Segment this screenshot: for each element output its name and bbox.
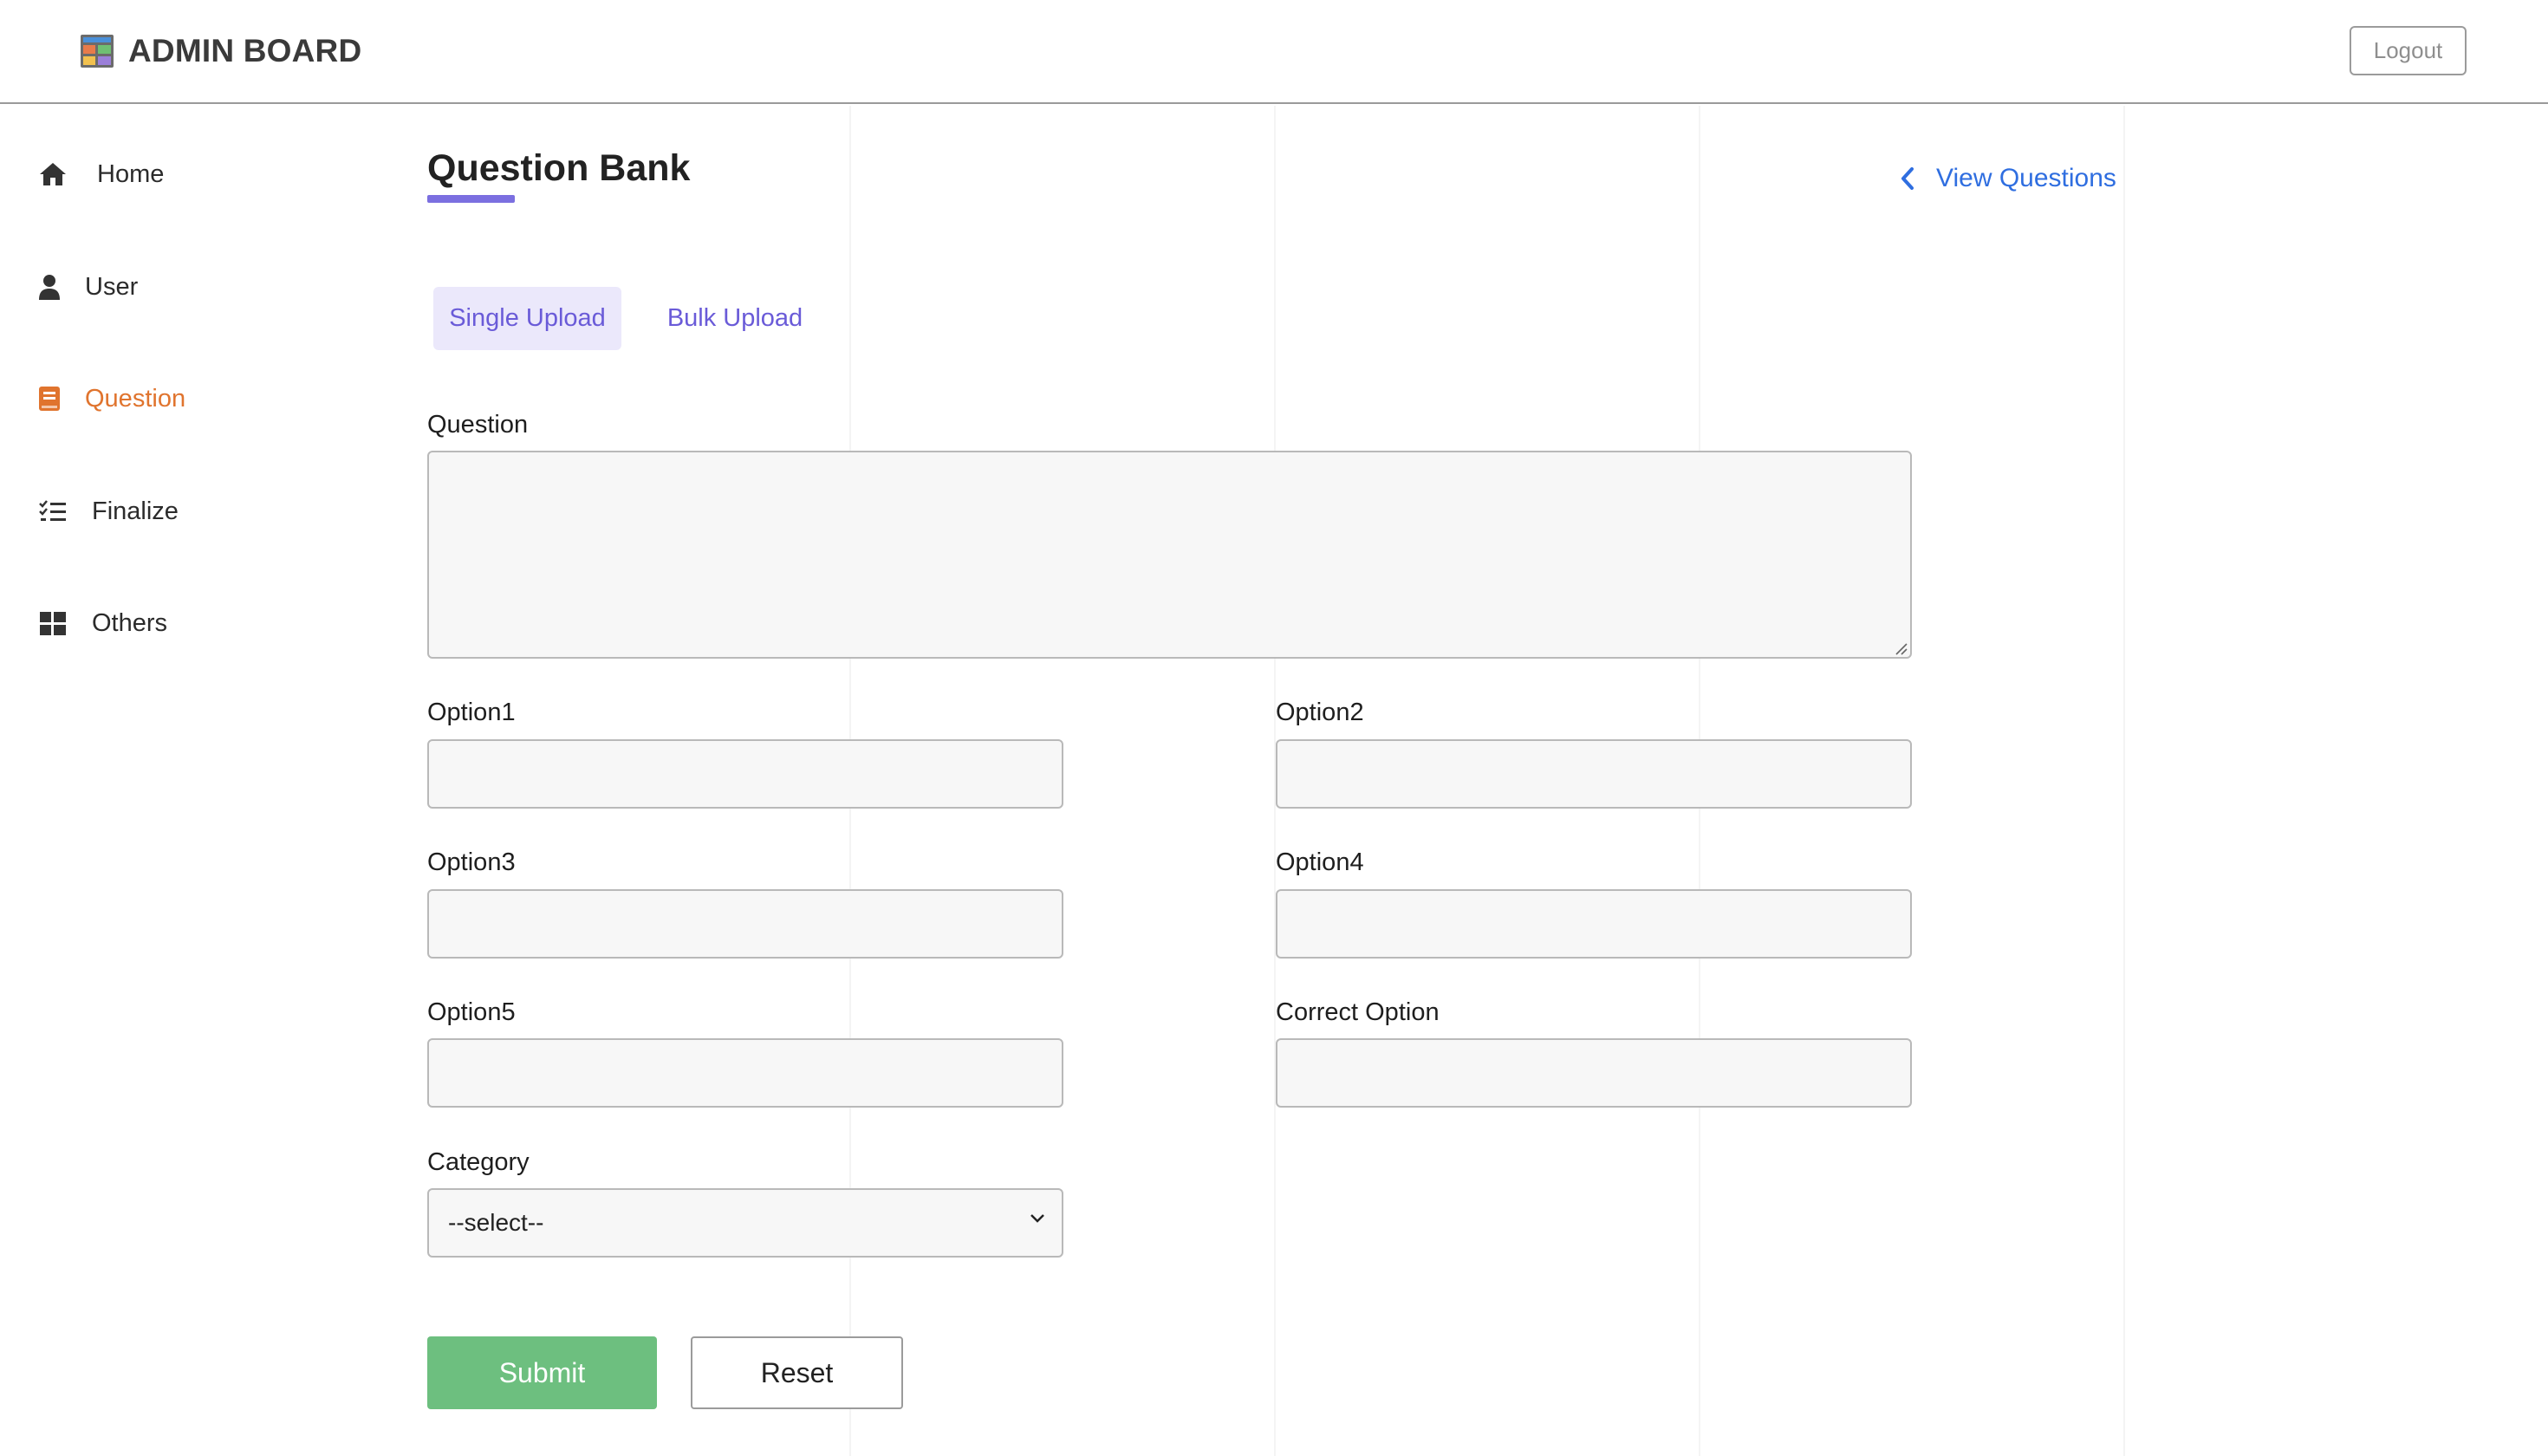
- book-icon: [38, 384, 61, 413]
- sidebar-item-label: Question: [85, 384, 186, 413]
- option1-input[interactable]: [427, 739, 1063, 809]
- category-select[interactable]: --select--: [427, 1188, 1063, 1258]
- option2-label: Option2: [1276, 699, 1364, 726]
- option3-label: Option3: [427, 848, 516, 876]
- sidebar-item-label: Others: [92, 608, 168, 637]
- correct-option-label: Correct Option: [1276, 998, 1440, 1026]
- view-questions-label: View Questions: [1936, 164, 2116, 192]
- question-label: Question: [427, 411, 529, 439]
- option3-input[interactable]: [427, 889, 1063, 959]
- option4-input[interactable]: [1276, 889, 1912, 959]
- tab-single-upload[interactable]: Single Upload: [433, 287, 621, 350]
- correct-option-input[interactable]: [1276, 1038, 1912, 1108]
- option4-label: Option4: [1276, 848, 1364, 876]
- sidebar-item-home[interactable]: Home: [38, 148, 164, 200]
- category-label: Category: [427, 1148, 530, 1176]
- sidebar-item-label: User: [85, 272, 139, 301]
- home-icon: [38, 159, 68, 189]
- option1-label: Option1: [427, 699, 516, 726]
- user-icon: [38, 272, 61, 302]
- resize-grip-icon[interactable]: [1893, 640, 1908, 656]
- sidebar-item-others[interactable]: Others: [38, 597, 167, 649]
- sidebar-item-finalize[interactable]: Finalize: [38, 485, 179, 537]
- question-textarea[interactable]: [427, 451, 1912, 659]
- grid-icon: [38, 608, 68, 638]
- sidebar-item-user[interactable]: User: [38, 261, 138, 313]
- brand[interactable]: ADMIN BOARD: [80, 29, 361, 73]
- chevron-down-icon: [1030, 1214, 1044, 1223]
- dashboard-logo-icon: [81, 35, 114, 68]
- sidebar-item-label: Finalize: [92, 497, 179, 525]
- sidebar-item-label: Home: [97, 159, 165, 188]
- category-selected-value: --select--: [448, 1209, 544, 1236]
- tab-bulk-upload[interactable]: Bulk Upload: [652, 287, 818, 350]
- grid-line: [2123, 106, 2125, 1456]
- brand-title: ADMIN BOARD: [128, 33, 362, 68]
- option5-input[interactable]: [427, 1038, 1063, 1108]
- sidebar-item-question[interactable]: Question: [38, 373, 185, 425]
- option2-input[interactable]: [1276, 739, 1912, 809]
- top-header: ADMIN BOARD Logout: [0, 0, 2548, 104]
- sidebar: Home User Question Finalize Others: [0, 106, 381, 1456]
- title-underline: [427, 195, 515, 203]
- logout-button[interactable]: Logout: [2350, 26, 2467, 75]
- option5-label: Option5: [427, 998, 516, 1026]
- view-questions-link[interactable]: View Questions: [1898, 161, 2116, 196]
- page-title: Question Bank: [427, 147, 691, 189]
- reset-button[interactable]: Reset: [691, 1336, 903, 1409]
- checklist-icon: [38, 497, 68, 526]
- submit-button[interactable]: Submit: [427, 1336, 657, 1409]
- chevron-left-icon: [1901, 167, 1914, 190]
